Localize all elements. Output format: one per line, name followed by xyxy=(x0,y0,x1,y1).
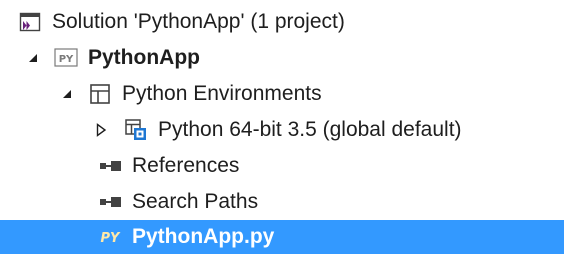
python-environments-label: Python Environments xyxy=(122,82,322,105)
python-environments-icon xyxy=(88,82,112,106)
python-project-icon: PY xyxy=(54,46,78,70)
search-paths-icon xyxy=(98,190,122,214)
tree-row-references[interactable]: References xyxy=(0,148,564,184)
python-interpreter-label: Python 64-bit 3.5 (global default) xyxy=(158,118,462,141)
tree-row-project[interactable]: PY PythonApp xyxy=(0,40,564,76)
python-interpreter-icon xyxy=(124,118,148,142)
python-file-badge: PY xyxy=(101,231,122,246)
solution-label: Solution 'PythonApp' (1 project) xyxy=(52,10,345,33)
collapsed-arrow-icon[interactable] xyxy=(90,112,112,148)
python-project-badge: PY xyxy=(59,54,74,65)
tree-row-python-environments[interactable]: Python Environments xyxy=(0,76,564,112)
expanded-arrow-icon[interactable] xyxy=(56,76,78,112)
expanded-arrow-icon[interactable] xyxy=(22,40,44,76)
tree-row-search-paths[interactable]: Search Paths xyxy=(0,184,564,220)
python-file-label: PythonApp.py xyxy=(132,225,275,248)
search-paths-label: Search Paths xyxy=(132,190,259,213)
tree-row-solution[interactable]: Solution 'PythonApp' (1 project) xyxy=(0,4,564,40)
solution-icon xyxy=(18,10,42,34)
tree-row-python-file[interactable]: PY PythonApp.py xyxy=(0,220,564,254)
tree-row-python-interpreter[interactable]: Python 64-bit 3.5 (global default) xyxy=(0,112,564,148)
solution-explorer-tree: Solution 'PythonApp' (1 project) PY Pyth… xyxy=(0,0,564,254)
references-label: References xyxy=(132,154,240,177)
python-file-icon: PY xyxy=(98,225,122,249)
references-icon xyxy=(98,154,122,178)
project-label: PythonApp xyxy=(88,46,200,69)
